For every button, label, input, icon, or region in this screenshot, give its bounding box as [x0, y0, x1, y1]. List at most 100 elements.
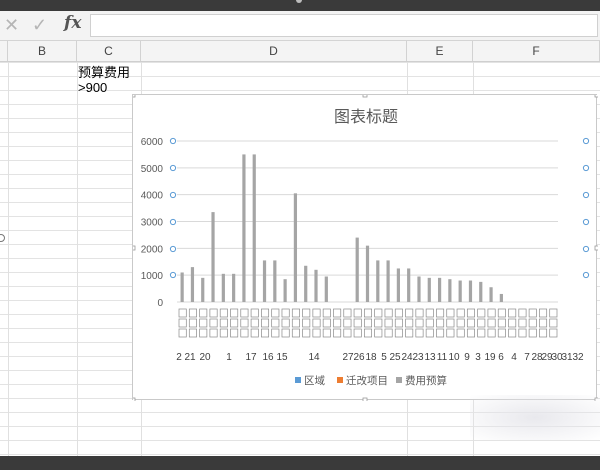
category-label-box: [549, 308, 558, 318]
category-code-label: 4: [511, 352, 517, 363]
chart-resize-handle: [133, 397, 136, 401]
category-label-box: [415, 318, 424, 328]
category-label-box: [250, 318, 259, 328]
category-code-label: 27: [342, 352, 354, 363]
series-range-handle: [169, 137, 177, 145]
y-tick-label: 6000: [141, 137, 164, 148]
bar: [211, 212, 215, 302]
category-label-box: [415, 328, 424, 338]
formula-input[interactable]: [90, 14, 598, 37]
column-header-f[interactable]: F: [473, 41, 600, 61]
bar: [386, 260, 390, 302]
category-code-label: 7: [524, 352, 530, 363]
category-code-label: 2: [176, 352, 182, 363]
category-label-box: [178, 328, 187, 338]
category-code-label: 5: [381, 352, 387, 363]
window-top-bar: [0, 0, 600, 11]
category-code-label: 21: [184, 352, 196, 363]
bar: [314, 269, 318, 302]
category-label-box: [518, 328, 527, 338]
category-label-box: [497, 308, 506, 318]
cell-c-budget-header[interactable]: 预算费用: [78, 62, 130, 81]
y-tick-label: 0: [157, 298, 163, 309]
category-label-box: [199, 308, 208, 318]
category-code-label: 26: [353, 352, 365, 363]
chart-resize-handle: [594, 245, 598, 251]
bar: [190, 267, 195, 302]
category-label-box: [178, 308, 187, 318]
column-header-a[interactable]: [0, 41, 8, 61]
category-label-box: [291, 318, 300, 328]
category-code-label: 3: [475, 352, 481, 363]
resize-handle[interactable]: [296, 0, 302, 3]
check-icon[interactable]: ✓: [32, 14, 47, 36]
legend-swatch: [295, 377, 301, 383]
column-header-c[interactable]: C: [77, 41, 141, 61]
category-label-box: [261, 328, 270, 338]
category-label-box: [364, 328, 372, 338]
category-label-box: [456, 308, 465, 318]
bar: [273, 260, 277, 302]
category-label-box: [508, 308, 517, 318]
category-label-box: [188, 328, 197, 338]
bar: [293, 193, 298, 302]
cell-c-filter-value[interactable]: >900: [78, 80, 107, 95]
category-code-label: 32: [572, 352, 584, 363]
bar: [242, 154, 246, 302]
category-label-box: [466, 318, 475, 328]
bar: [304, 265, 308, 302]
series-range-handle: [169, 218, 177, 226]
category-label-box: [539, 318, 548, 328]
category-label-box: [405, 318, 414, 328]
bar: [479, 281, 483, 302]
legend-swatch: [337, 377, 343, 383]
category-label-box: [374, 328, 383, 338]
category-code-label: 20: [199, 352, 211, 363]
category-label-box: [466, 328, 475, 338]
category-label-box: [261, 318, 270, 328]
series-range-handle: [169, 245, 177, 253]
fx-icon[interactable]: fx: [64, 13, 81, 33]
close-icon[interactable]: ✕: [4, 14, 19, 36]
category-label-box: [281, 308, 290, 318]
bar: [324, 276, 328, 302]
category-label-box: [374, 318, 383, 328]
chart-object[interactable]: 图表标题 0 1000 2000 3000 4000 5000 6000 2 21 20 1 17 16…: [132, 94, 598, 401]
category-label-box: [364, 318, 372, 328]
category-label-box: [487, 308, 496, 318]
category-label-box: [291, 308, 300, 318]
category-label-box: [240, 318, 249, 328]
category-label-box: [312, 328, 321, 338]
category-code-label: 31: [561, 352, 573, 363]
category-label-box: [240, 308, 249, 318]
category-label-box: [405, 328, 414, 338]
bar: [458, 280, 462, 302]
category-label-box: [425, 318, 434, 328]
y-tick-label: 5000: [141, 164, 164, 175]
category-label-box: [333, 328, 342, 338]
category-label-box: [415, 308, 424, 318]
column-divider: [77, 62, 78, 458]
column-header-d[interactable]: D: [141, 41, 407, 61]
category-label-box: [271, 318, 280, 328]
category-label-box: [271, 328, 280, 338]
series-range-handle: [582, 191, 590, 199]
category-label-box: [230, 308, 239, 318]
category-label-box: [302, 308, 311, 318]
category-label-box: [199, 328, 208, 338]
category-label-box: [219, 328, 228, 338]
category-label-box: [322, 308, 331, 318]
category-code-label: 6: [498, 352, 504, 363]
bar: [180, 272, 184, 302]
category-label-box: [219, 318, 228, 328]
category-label-box: [436, 318, 445, 328]
column-header-e[interactable]: E: [407, 41, 473, 61]
category-label-box: [508, 328, 517, 338]
category-label-box: [436, 308, 445, 318]
bar: [417, 276, 421, 302]
chart-resize-handle: [362, 397, 368, 401]
chart-svg: 图表标题 01000200030004000500060002 21 20 1 17 16…: [133, 95, 598, 401]
series-range-handle: [582, 271, 590, 279]
column-header-b[interactable]: B: [8, 41, 77, 61]
category-code-label: 23: [412, 352, 424, 363]
